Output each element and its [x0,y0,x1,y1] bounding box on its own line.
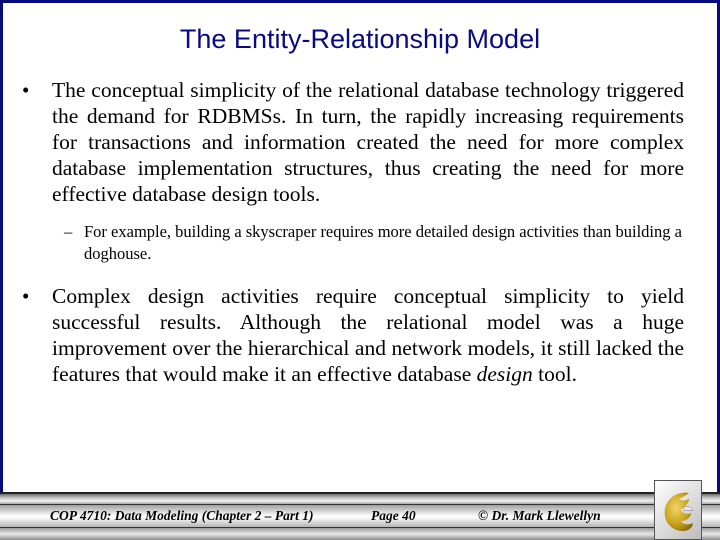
slide-footer: COP 4710: Data Modeling (Chapter 2 – Par… [0,492,720,540]
bullet-text: The conceptual simplicity of the relatio… [52,78,684,206]
emphasis-text: design [476,362,533,386]
footer-band-top [0,492,720,504]
bullet-text-end: tool. [532,362,577,386]
bullet-marker: • [22,78,30,102]
bullet-marker: • [22,284,30,308]
sub-bullet-marker: – [64,222,73,241]
sub-bullet-item: – For example, building a skyscraper req… [64,221,686,265]
slide-title: The Entity-Relationship Model [179,24,541,54]
footer-copyright: © Dr. Mark Llewellyn [478,508,601,523]
footer-course: COP 4710: Data Modeling (Chapter 2 – Par… [50,508,314,523]
bullet-item: • Complex design activities require conc… [22,283,684,387]
ucf-pegasus-logo-icon [664,492,694,531]
footer-band-bottom [0,528,720,540]
bullet-item: • The conceptual simplicity of the relat… [22,77,684,207]
bullet-text: Complex design activities require concep… [52,284,684,386]
logo-box [654,480,702,540]
sub-bullet-text: For example, building a skyscraper requi… [84,222,682,263]
footer-page-number: Page 40 [371,508,416,523]
